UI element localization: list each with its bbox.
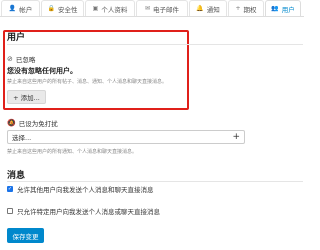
tab-profile[interactable]: ▣ 个人资料 <box>85 0 135 16</box>
tab-users-label: 用户 <box>281 5 295 14</box>
allow-specific-users-checkbox[interactable] <box>7 208 13 214</box>
save-changes-button[interactable]: 保存变更 <box>7 228 44 243</box>
tab-email-label: 电子邮件 <box>153 5 180 14</box>
tab-email[interactable]: ✉ 电子邮件 <box>136 0 188 16</box>
allow-specific-users-label: 只允许特定用户向我发送个人消息或聊天直接消息 <box>17 208 160 216</box>
tab-options-label: 期权 <box>243 5 257 14</box>
ignored-users-help: 禁止来自这些用户的所有帖子、消息、通知、个人消息和聊天直接消息。 <box>7 79 168 85</box>
allow-specific-users-option[interactable]: 只允许特定用户向我发送个人消息或聊天直接消息 <box>7 206 160 216</box>
id-card-icon: ▣ <box>92 4 99 12</box>
section-divider <box>7 181 303 182</box>
messages-section-title: 消息 <box>7 171 26 181</box>
muted-users-select[interactable]: 选择... + <box>7 130 245 144</box>
tab-account[interactable]: 👤 帐户 <box>1 0 40 16</box>
tab-profile-label: 个人资料 <box>101 5 128 14</box>
plus-icon: + <box>235 4 241 12</box>
users-icon: 👥 <box>271 4 279 12</box>
tab-notifications[interactable]: 🔔 通知 <box>189 0 227 16</box>
tab-security[interactable]: 🔒 安全性 <box>41 0 84 16</box>
add-ignored-user-button[interactable]: + 添加... <box>7 90 46 104</box>
no-ignored-users-message: 您没有忽略任何用户。 <box>7 67 77 75</box>
envelope-icon: ✉ <box>144 4 151 12</box>
eye-slash-icon: ⊘ <box>7 55 13 63</box>
tab-notifications-label: 通知 <box>206 5 220 14</box>
allow-private-messages-label: 允许其他用户向我发送个人消息和聊天直接消息 <box>17 186 154 194</box>
user-icon: 👤 <box>8 4 17 12</box>
tab-account-label: 帐户 <box>19 5 33 14</box>
ignored-users-heading: ⊘ 已忽略 <box>7 54 35 64</box>
users-section-title: 用户 <box>7 33 26 43</box>
muted-users-select-placeholder: 选择... <box>12 134 32 142</box>
tab-users[interactable]: 👥 用户 <box>265 0 301 16</box>
allow-private-messages-option[interactable]: ✓ 允许其他用户向我发送个人消息和聊天直接消息 <box>7 184 154 194</box>
section-divider <box>7 44 303 45</box>
ignored-users-label: 已忽略 <box>15 56 36 64</box>
muted-users-label: 已设为免打扰 <box>18 120 58 128</box>
plus-icon: + <box>232 131 240 142</box>
bell-slash-icon: 🔕 <box>7 119 16 127</box>
muted-users-heading: 🔕 已设为免打扰 <box>7 118 58 128</box>
tab-security-label: 安全性 <box>57 5 78 14</box>
lock-icon: 🔒 <box>47 4 55 12</box>
preferences-tab-bar: 👤 帐户 🔒 安全性 ▣ 个人资料 ✉ 电子邮件 🔔 通知 + 期权 👥 用户 <box>0 0 304 17</box>
bell-icon: 🔔 <box>196 4 204 12</box>
tab-options[interactable]: + 期权 <box>228 0 264 16</box>
allow-private-messages-checkbox[interactable]: ✓ <box>7 186 13 192</box>
muted-users-help: 禁止来自这些用户的所有通知、个人消息和聊天直接消息。 <box>7 149 138 155</box>
